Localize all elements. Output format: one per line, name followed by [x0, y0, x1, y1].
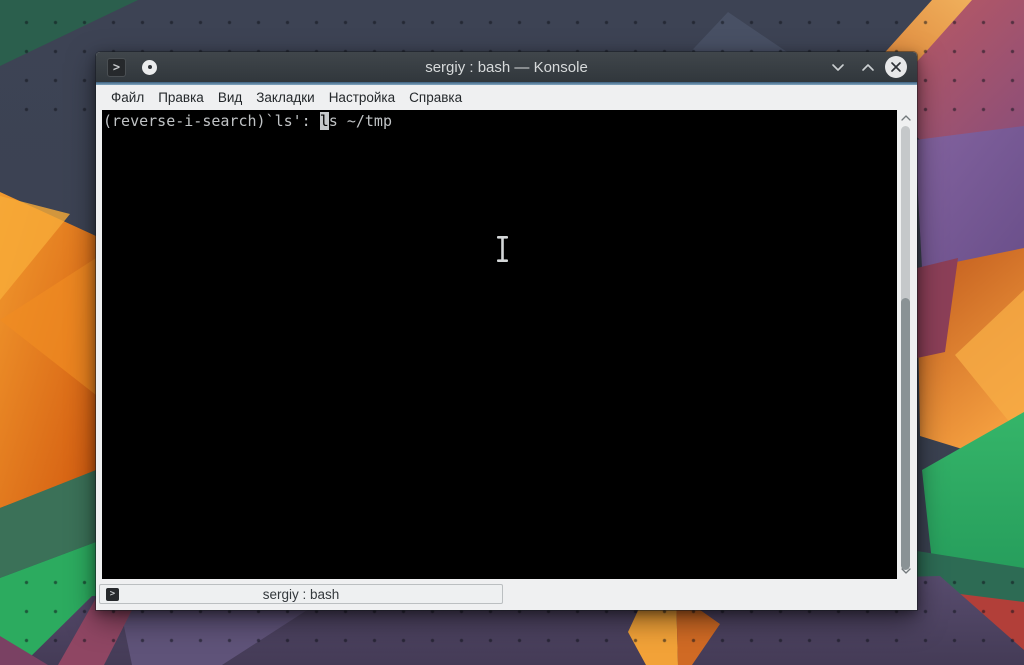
close-icon — [891, 62, 901, 72]
window-titlebar[interactable]: > sergiy : bash — Konsole — [96, 52, 917, 82]
terminal-display[interactable]: (reverse-i-search)`ls': ls ~/tmp — [102, 110, 897, 579]
active-tab[interactable]: > sergiy : bash — [99, 584, 503, 604]
maximize-button[interactable] — [860, 59, 876, 75]
terminal-line-prefix: (reverse-i-search)`ls': — [103, 112, 320, 130]
window-controls — [830, 52, 907, 82]
menu-settings[interactable]: Настройка — [322, 90, 402, 105]
konsole-app-icon[interactable]: > — [107, 57, 126, 77]
tab-bar: > sergiy : bash — [96, 579, 917, 610]
menu-bookmarks[interactable]: Закладки — [249, 90, 321, 105]
terminal-line-suffix: s ~/tmp — [328, 112, 392, 130]
pin-dot-icon — [147, 65, 152, 69]
menu-help[interactable]: Справка — [402, 90, 469, 105]
close-button[interactable] — [885, 56, 907, 78]
on-all-desktops-button[interactable] — [142, 59, 157, 75]
menu-edit[interactable]: Правка — [151, 90, 211, 105]
chevron-down-icon — [832, 63, 844, 71]
chevron-up-icon — [900, 115, 911, 121]
tab-bar-empty-area — [503, 584, 914, 604]
minimize-button[interactable] — [830, 59, 846, 75]
chevron-down-icon — [900, 568, 911, 574]
menu-bar: Файл Правка Вид Закладки Настройка Справ… — [96, 85, 917, 110]
tab-label: sergiy : bash — [262, 586, 340, 602]
ibeam-mouse-cursor — [495, 235, 510, 268]
scrollbar-thumb[interactable] — [901, 297, 910, 570]
window-title: sergiy : bash — Konsole — [425, 58, 588, 76]
terminal-content-area: (reverse-i-search)`ls': ls ~/tmp — [102, 110, 914, 579]
terminal-scrollbar[interactable] — [897, 110, 914, 579]
menu-view[interactable]: Вид — [211, 90, 249, 105]
scrollbar-down-button[interactable] — [897, 565, 914, 577]
scrollbar-up-button[interactable] — [897, 112, 914, 124]
konsole-window: > sergiy : bash — Konsole Файл Правка Ви… — [96, 52, 917, 610]
chevron-up-icon — [862, 63, 874, 71]
terminal-block-cursor: l — [319, 112, 329, 130]
menu-file[interactable]: Файл — [104, 90, 151, 105]
